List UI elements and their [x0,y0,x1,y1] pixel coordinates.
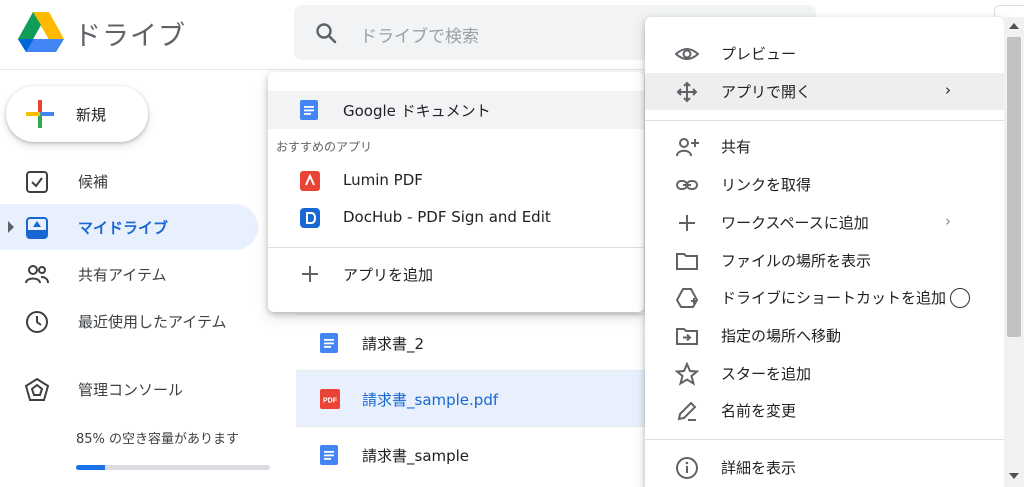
doc-file-icon [320,445,338,465]
plus-icon [679,215,695,231]
menu-item-add-app[interactable]: アプリを追加 [268,255,644,293]
clock-icon [26,311,48,333]
menu-item-dochub[interactable]: DocHub - PDF Sign and Edit [268,199,644,237]
menu-item-get-link[interactable]: リンクを取得 [645,166,1004,203]
sidebar-item-label: 最近使用したアイテム [78,313,227,331]
menu-item-lumin-pdf[interactable]: Lumin PDF [268,162,644,200]
menu-item-google-docs[interactable]: Google ドキュメント [268,91,644,129]
menu-item-label: ワークスペースに追加 [721,214,869,232]
menu-item-label: Google ドキュメント [343,102,491,120]
sidebar-item-admin-console[interactable]: 管理コンソール [0,366,258,412]
menu-divider [645,120,1004,121]
person-add-icon [676,138,699,157]
open-with-submenu: Google ドキュメント おすすめのアプリ Lumin PDF DocHub … [268,72,644,312]
plus-icon [302,266,318,282]
sidebar-item-label: 候補 [78,173,109,191]
scroll-down-arrow-icon[interactable] [1009,473,1019,479]
menu-item-label: ファイルの場所を表示 [721,252,872,270]
check-square-icon [26,171,48,193]
menu-divider [645,439,1004,440]
move-arrows-icon [676,81,698,103]
menu-item-move-to[interactable]: 指定の場所へ移動 [645,317,1004,354]
plus-color-icon [26,100,54,128]
sidebar-item-suggested[interactable]: 候補 [0,158,258,204]
menu-item-label: リンクを取得 [721,176,812,194]
menu-item-label: ドライブにショートカットを追加 [721,289,947,307]
drive-shortcut-icon [675,288,699,308]
sidebar-item-shared[interactable]: 共有アイテム [0,251,258,297]
menu-item-label: 指定の場所へ移動 [721,327,842,345]
people-icon [25,265,49,284]
file-row[interactable]: 請求書_sample [296,426,656,482]
suggested-apps-heading: おすすめのアプリ [276,140,373,154]
link-icon [676,180,698,190]
new-button-label: 新規 [76,106,107,124]
menu-item-open-with[interactable]: アプリで開く › [645,73,1004,110]
expand-arrow-icon[interactable] [8,221,14,233]
app-title: ドライブ [74,21,186,52]
eye-icon [675,48,699,60]
menu-item-label: アプリで開く [721,83,812,101]
file-row[interactable]: 請求書_2 [296,314,656,370]
menu-item-label: スターを追加 [721,365,812,383]
menu-item-label: DocHub - PDF Sign and Edit [343,208,551,226]
storage-bar [76,465,270,470]
pdf-file-icon: PDF [320,389,340,409]
sidebar-item-label: 共有アイテム [78,266,167,284]
menu-item-label: 名前を変更 [721,402,797,420]
menu-item-share[interactable]: 共有 [645,128,1004,165]
file-name: 請求書_2 [362,335,425,353]
admin-console-icon [24,377,50,401]
info-icon [676,457,698,479]
menu-item-rename[interactable]: 名前を変更 [645,392,1004,429]
pencil-icon [677,401,697,421]
sidebar-item-recent[interactable]: 最近使用したアイテム [0,298,258,344]
context-menu: プレビュー アプリで開く › 共有 リンクを取得 ワークスペースに追加 › ファ… [645,17,1004,487]
file-name: 請求書_sample [362,447,470,465]
google-docs-icon [300,100,318,120]
doc-file-icon [320,333,338,353]
storage-bar-fill [76,465,106,470]
new-button[interactable]: 新規 [6,86,148,142]
drive-logo-icon[interactable] [18,12,64,52]
sidebar-item-my-drive[interactable]: マイドライブ [0,204,258,250]
my-drive-icon [26,217,48,239]
menu-item-show-file-location[interactable]: ファイルの場所を表示 [645,242,1004,279]
scrollbar-thumb[interactable] [1007,37,1021,337]
sidebar-item-label: マイドライブ [78,219,169,237]
menu-item-label: プレビュー [721,45,797,63]
menu-item-label: 共有 [721,138,752,156]
search-input[interactable]: ドライブで検索 [360,22,479,47]
sidebar-item-label: 管理コンソール [78,381,184,399]
mouse-cursor-icon [950,288,970,308]
menu-item-label: 詳細を表示 [721,459,797,477]
move-to-folder-icon [676,328,698,345]
menu-divider [268,247,644,248]
chevron-right-icon: › [945,81,951,99]
menu-item-preview[interactable]: プレビュー [645,35,1004,72]
menu-item-label: Lumin PDF [343,171,423,189]
lumin-pdf-icon [300,171,320,191]
file-name: 請求書_sample.pdf [362,391,499,409]
star-icon [675,362,699,386]
scroll-up-arrow-icon[interactable] [1009,23,1019,29]
file-row-selected[interactable]: PDF 請求書_sample.pdf [296,370,656,426]
chevron-right-icon: › [945,212,951,230]
menu-item-view-details[interactable]: 詳細を表示 [645,449,1004,486]
scrollbar[interactable] [1004,17,1024,487]
menu-item-label: アプリを追加 [343,266,434,284]
search-icon[interactable] [314,21,338,45]
storage-status: 85% の空き容量があります [76,432,240,447]
dochub-icon [300,208,320,228]
folder-icon [676,253,698,270]
menu-item-add-to-workspace[interactable]: ワークスペースに追加 › [645,204,1004,241]
menu-item-add-star[interactable]: スターを追加 [645,355,1004,392]
svg-text:PDF: PDF [323,398,338,405]
